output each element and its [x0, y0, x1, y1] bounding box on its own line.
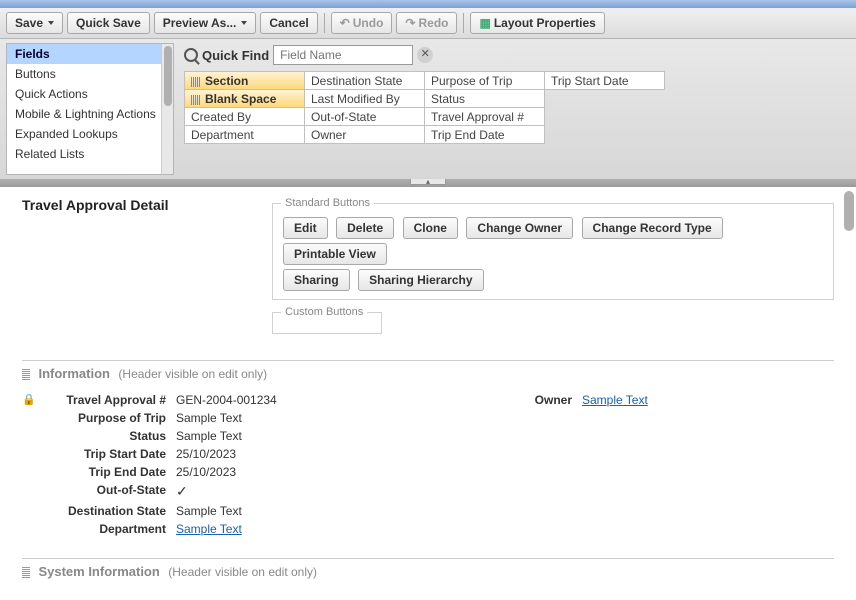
cancel-button[interactable]: Cancel [260, 12, 317, 34]
checkbox-icon[interactable]: ✓ [176, 483, 428, 500]
layout-properties-button[interactable]: ▦Layout Properties [470, 12, 604, 34]
page-title: Travel Approval Detail [22, 197, 272, 213]
nav-scrollbar[interactable] [161, 44, 173, 174]
field-value[interactable]: GEN-2004-001234 [176, 393, 428, 407]
change-record-type-button[interactable]: Change Record Type [582, 217, 723, 239]
owner-link[interactable]: Sample Text [582, 393, 648, 407]
clear-search-icon[interactable]: ✕ [417, 47, 433, 63]
blank-space-block[interactable]: Blank Space [184, 89, 305, 108]
nav-related-lists[interactable]: Related Lists [7, 144, 173, 164]
field-created-by[interactable]: Created By [184, 107, 305, 126]
field-owner[interactable]: Owner [304, 125, 425, 144]
info-left-column: 🔒Travel Approval #GEN-2004-001234 Purpos… [22, 391, 428, 538]
caret-down-icon [48, 21, 54, 25]
quick-save-button[interactable]: Quick Save [67, 12, 150, 34]
quick-find-input[interactable] [273, 45, 413, 65]
nav-fields[interactable]: Fields [7, 44, 173, 64]
save-button[interactable]: Save [6, 12, 63, 34]
separator [463, 13, 464, 33]
clone-button[interactable]: Clone [403, 217, 458, 239]
detail-scrollbar[interactable] [844, 191, 854, 231]
field-last-modified-by[interactable]: Last Modified By [304, 89, 425, 108]
section-information[interactable]: Information (Header visible on edit only… [22, 360, 834, 383]
top-blue-bar [0, 0, 856, 8]
field-value[interactable]: 25/10/2023 [176, 447, 428, 461]
separator [324, 13, 325, 33]
field-travel-approval-num[interactable]: Travel Approval # [424, 107, 545, 126]
field-value[interactable]: Sample Text [176, 522, 428, 536]
field-value[interactable]: 25/10/2023 [176, 465, 428, 479]
drag-handle-icon[interactable] [22, 566, 30, 578]
standard-buttons-legend: Standard Buttons [281, 197, 374, 209]
field-value[interactable]: Sample Text [176, 429, 428, 443]
undo-button[interactable]: ↶Undo [331, 12, 393, 34]
undo-icon: ↶ [340, 16, 350, 30]
field-out-of-state[interactable]: Out-of-State [304, 107, 425, 126]
quick-find-label: Quick Find [202, 48, 269, 63]
field-palette: Quick Find ✕ Section Destination State P… [174, 39, 856, 179]
field-value[interactable]: Sample Text [176, 411, 428, 425]
field-destination-state[interactable]: Destination State [304, 71, 425, 90]
caret-down-icon [241, 21, 247, 25]
section-block[interactable]: Section [184, 71, 305, 90]
detail-panel: Travel Approval Detail Standard Buttons … [0, 187, 856, 587]
field-value[interactable]: Sample Text [176, 504, 428, 518]
nav-expanded-lookups[interactable]: Expanded Lookups [7, 124, 173, 144]
redo-button[interactable]: ↷Redo [396, 12, 457, 34]
collapse-arrow-icon[interactable]: ▴ [410, 179, 446, 185]
field-trip-start-date[interactable]: Trip Start Date [544, 71, 665, 90]
field-value[interactable]: Sample Text [582, 393, 834, 407]
layout-icon: ▦ [479, 16, 490, 30]
info-right-column: OwnerSample Text [428, 391, 834, 538]
department-link[interactable]: Sample Text [176, 522, 242, 536]
search-icon [184, 48, 198, 62]
nav-mobile-actions[interactable]: Mobile & Lightning Actions [7, 104, 173, 124]
nav-buttons[interactable]: Buttons [7, 64, 173, 84]
field-department[interactable]: Department [184, 125, 305, 144]
sharing-button[interactable]: Sharing [283, 269, 350, 291]
lock-icon: 🔒 [22, 393, 36, 407]
field-purpose-of-trip[interactable]: Purpose of Trip [424, 71, 545, 90]
change-owner-button[interactable]: Change Owner [466, 217, 573, 239]
drag-handle-icon[interactable] [22, 368, 30, 380]
custom-buttons-legend: Custom Buttons [281, 306, 367, 318]
splitter[interactable]: ▴ [0, 179, 856, 187]
nav-quick-actions[interactable]: Quick Actions [7, 84, 173, 104]
edit-button[interactable]: Edit [283, 217, 328, 239]
left-nav: Fields Buttons Quick Actions Mobile & Li… [6, 43, 174, 175]
field-trip-end-date[interactable]: Trip End Date [424, 125, 545, 144]
delete-button[interactable]: Delete [336, 217, 394, 239]
toolbar: Save Quick Save Preview As... Cancel ↶Un… [0, 8, 856, 39]
field-status[interactable]: Status [424, 89, 545, 108]
workspace-row: Fields Buttons Quick Actions Mobile & Li… [0, 39, 856, 179]
printable-view-button[interactable]: Printable View [283, 243, 387, 265]
sharing-hierarchy-button[interactable]: Sharing Hierarchy [358, 269, 483, 291]
preview-as-button[interactable]: Preview As... [154, 12, 257, 34]
redo-icon: ↷ [405, 16, 415, 30]
section-system-information[interactable]: System Information (Header visible on ed… [22, 558, 834, 581]
